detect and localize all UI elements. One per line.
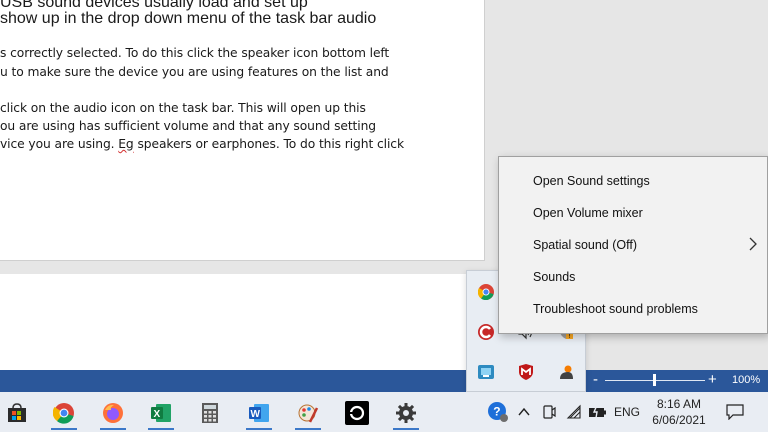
active-app-indicator (100, 428, 126, 430)
clock-time: 8:16 AM (656, 397, 702, 411)
active-app-indicator (295, 428, 321, 430)
body-line-6-end: speakers or earphones. To do this right … (133, 137, 404, 151)
help-notification-icon[interactable]: ? (486, 400, 510, 424)
chrome-icon[interactable] (475, 281, 497, 303)
meet-now-icon[interactable] (538, 400, 560, 424)
zoom-percent[interactable]: 100% (732, 374, 760, 386)
body-line-1: s correctly selected. To do this click t… (0, 46, 390, 60)
svg-text:W: W (251, 409, 261, 420)
language-indicator[interactable]: ENG (612, 400, 642, 424)
user-app-icon[interactable] (555, 361, 577, 383)
action-center-icon[interactable] (722, 400, 748, 424)
body-line-6: vice you are using. Eg speakers or earph… (0, 137, 404, 151)
menu-item-label: Open Volume mixer (533, 206, 643, 220)
chevron-right-icon (749, 237, 757, 256)
clock[interactable]: 8:16 AM 6/06/2021 (650, 396, 708, 428)
svg-text:!: ! (568, 333, 570, 340)
body-line-2: u to make sure the device you are using … (0, 65, 389, 79)
menu-item-open-volume-mixer[interactable]: Open Volume mixer (499, 197, 767, 229)
word-icon[interactable]: W (242, 396, 276, 430)
firefox-icon[interactable] (96, 396, 130, 430)
network-app-icon[interactable] (475, 361, 497, 383)
wifi-icon[interactable] (563, 400, 585, 424)
menu-item-sounds[interactable]: Sounds (499, 261, 767, 293)
sound-context-menu: Open Sound settings Open Volume mixer Sp… (498, 156, 768, 334)
menu-item-label: Sounds (533, 270, 576, 284)
calculator-icon[interactable] (193, 396, 227, 430)
zoom-out-button[interactable]: - (593, 371, 598, 388)
svg-text:X: X (154, 409, 161, 420)
paint-icon[interactable] (291, 396, 325, 430)
windows-taskbar: X W ? ENG 8:16 AM 6/06/2021 (0, 392, 768, 432)
show-hidden-icons-chevron-icon[interactable] (514, 400, 534, 424)
menu-item-troubleshoot-sound[interactable]: Troubleshoot sound problems (499, 293, 767, 325)
menu-item-label: Open Sound settings (533, 174, 650, 188)
menu-item-spatial-sound[interactable]: Spatial sound (Off) (499, 229, 767, 261)
settings-icon[interactable] (389, 396, 423, 430)
active-app-indicator (393, 428, 419, 430)
ccleaner-icon[interactable] (475, 321, 497, 343)
misspelled-word: Eg (118, 137, 134, 151)
word-status-bar: - + 100% (0, 370, 768, 392)
active-app-indicator (246, 428, 272, 430)
battery-icon[interactable] (586, 400, 610, 424)
media-icon[interactable] (340, 396, 374, 430)
body-line-4: click on the audio icon on the task bar.… (0, 101, 366, 115)
zoom-in-button[interactable]: + (708, 371, 717, 388)
store-icon[interactable] (0, 396, 34, 430)
svg-text:?: ? (493, 405, 500, 419)
menu-item-open-sound-settings[interactable]: Open Sound settings (499, 165, 767, 197)
body-line-6-start: vice you are using. (0, 137, 119, 151)
zoom-slider-thumb[interactable] (653, 374, 656, 386)
active-app-indicator (51, 428, 77, 430)
active-app-indicator (148, 428, 174, 430)
mcafee-icon[interactable] (515, 361, 537, 383)
excel-icon[interactable]: X (144, 396, 178, 430)
document-page[interactable]: USB sound devices usually load and set u… (0, 0, 485, 261)
menu-item-label: Spatial sound (Off) (533, 238, 637, 252)
chrome-icon[interactable] (47, 396, 81, 430)
document-next-page[interactable] (0, 274, 484, 370)
clock-date: 6/06/2021 (652, 413, 706, 427)
body-line-5: ou are using has sufficient volume and t… (0, 119, 376, 133)
menu-item-label: Troubleshoot sound problems (533, 302, 698, 316)
heading-line-2: show up in the drop down menu of the tas… (0, 10, 377, 27)
